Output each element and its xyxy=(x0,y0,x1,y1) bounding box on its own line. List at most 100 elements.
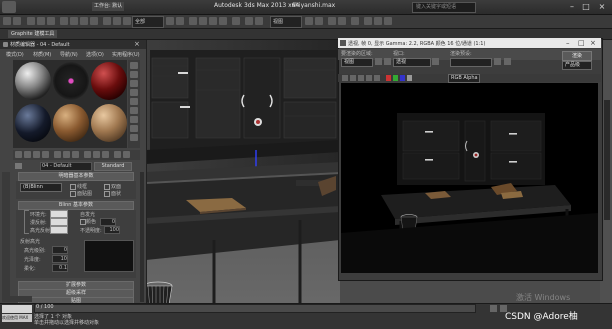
material-type-button[interactable]: Standard xyxy=(94,162,132,171)
percent-snap-icon[interactable] xyxy=(209,17,217,25)
background-icon[interactable] xyxy=(130,80,138,87)
material-editor-icon[interactable] xyxy=(351,17,359,25)
show-end-result-icon[interactable] xyxy=(102,151,109,158)
make-unique-icon[interactable] xyxy=(63,151,70,158)
self-illum-spinner[interactable]: 0 xyxy=(100,218,116,226)
scale-icon[interactable] xyxy=(123,17,131,25)
material-name-field[interactable]: 04 - Default xyxy=(40,162,92,171)
angle-snap-icon[interactable] xyxy=(199,17,207,25)
sample-uv-icon[interactable] xyxy=(130,89,138,96)
copy-material-icon[interactable] xyxy=(54,151,61,158)
material-navigator-icon[interactable] xyxy=(130,134,138,141)
align-icon[interactable] xyxy=(255,17,263,25)
select-by-name-icon[interactable] xyxy=(70,17,78,25)
clone-frame-icon[interactable] xyxy=(358,75,364,81)
put-to-scene-icon[interactable] xyxy=(24,151,31,158)
sample-type-icon[interactable] xyxy=(130,62,138,69)
sample-slot-5[interactable] xyxy=(53,104,89,142)
menu-navigation[interactable]: 导航(N) xyxy=(60,51,78,58)
render-setup-icon[interactable] xyxy=(494,58,501,65)
assign-to-selection-icon[interactable] xyxy=(33,151,40,158)
curve-editor-icon[interactable] xyxy=(328,17,336,25)
spec-level-spinner[interactable]: 0 xyxy=(52,246,68,254)
tab-graphite[interactable]: Graphite 建模工具 xyxy=(8,30,58,38)
layer-manager-icon[interactable] xyxy=(305,17,313,25)
render-preset-dropdown[interactable] xyxy=(450,58,492,67)
clear-icon[interactable] xyxy=(374,75,380,81)
backlight-icon[interactable] xyxy=(130,71,138,78)
menu-utilities[interactable]: 实用程序(U) xyxy=(112,51,140,58)
green-channel-icon[interactable] xyxy=(393,75,398,81)
rollout-shader-basic[interactable]: 明暗器基本参数 xyxy=(18,172,134,181)
glossiness-spinner[interactable]: 10 xyxy=(52,255,68,263)
alpha-channel-icon[interactable] xyxy=(407,75,412,81)
snap-icon[interactable] xyxy=(189,17,197,25)
pick-material-icon[interactable] xyxy=(15,163,22,169)
schematic-icon[interactable] xyxy=(338,17,346,25)
render-quality-dropdown[interactable]: 产品级 xyxy=(562,61,592,70)
rendered-image[interactable] xyxy=(341,83,598,273)
show-map-icon[interactable] xyxy=(93,151,100,158)
channel-display-dropdown[interactable]: RGB Alpha xyxy=(448,74,480,83)
mirror-icon[interactable] xyxy=(245,17,253,25)
sample-slot-4[interactable] xyxy=(15,104,51,142)
maxscript-listener[interactable] xyxy=(2,305,32,313)
close-icon[interactable]: × xyxy=(590,38,596,48)
render-area-dropdown[interactable]: 视图 xyxy=(341,58,373,67)
rotate-icon[interactable] xyxy=(113,17,121,25)
opacity-spinner[interactable]: 100 xyxy=(104,226,120,234)
viewport-dropdown[interactable]: 透视 xyxy=(393,58,431,67)
go-to-parent-icon[interactable] xyxy=(114,151,121,158)
bind-spacewarp-icon[interactable] xyxy=(47,17,55,25)
link-icon[interactable] xyxy=(27,17,35,25)
save-image-icon[interactable] xyxy=(342,75,348,81)
soften-spinner[interactable]: 0.1 xyxy=(52,264,68,272)
close-icon[interactable]: × xyxy=(596,1,608,12)
redo-icon[interactable] xyxy=(13,17,21,25)
workspace-dropdown[interactable]: 工作台: 默认 xyxy=(92,2,125,11)
selection-filter-dropdown[interactable]: 全部 xyxy=(132,16,164,28)
close-icon[interactable]: × xyxy=(134,40,140,49)
graphite-icon[interactable] xyxy=(315,17,323,25)
diffuse-color-swatch[interactable] xyxy=(50,218,68,226)
environment-icon[interactable] xyxy=(504,58,511,65)
maximize-icon[interactable]: □ xyxy=(578,38,585,48)
select-by-material-icon[interactable] xyxy=(130,125,138,132)
maximize-icon[interactable]: □ xyxy=(580,1,592,12)
unlink-icon[interactable] xyxy=(37,17,45,25)
auto-key-icon[interactable] xyxy=(490,305,497,312)
window-crossing-icon[interactable] xyxy=(90,17,98,25)
auto-region-icon[interactable] xyxy=(384,58,391,65)
material-editor-scrollbar[interactable] xyxy=(140,172,144,302)
edit-region-icon[interactable] xyxy=(375,58,382,65)
specular-color-swatch[interactable] xyxy=(50,226,68,234)
manipulate-icon[interactable] xyxy=(176,17,184,25)
time-slider[interactable] xyxy=(34,304,476,313)
rendered-frame-icon[interactable] xyxy=(374,17,382,25)
reference-coordinate-dropdown[interactable]: 视图 xyxy=(270,16,302,28)
put-to-library-icon[interactable] xyxy=(72,151,79,158)
render-setup-icon[interactable] xyxy=(364,17,372,25)
reset-map-icon[interactable] xyxy=(42,151,49,158)
wire-checkbox[interactable] xyxy=(70,184,76,190)
spinner-snap-icon[interactable] xyxy=(219,17,227,25)
go-forward-icon[interactable] xyxy=(123,151,130,158)
render-button[interactable]: 渲染 xyxy=(562,51,592,61)
red-channel-icon[interactable] xyxy=(386,75,391,81)
print-icon[interactable] xyxy=(366,75,372,81)
move-icon[interactable] xyxy=(103,17,111,25)
two-sided-checkbox[interactable] xyxy=(104,184,110,190)
video-color-icon[interactable] xyxy=(130,98,138,105)
rect-select-icon[interactable] xyxy=(80,17,88,25)
make-preview-icon[interactable] xyxy=(130,107,138,114)
sample-slot-3[interactable] xyxy=(91,62,127,100)
select-icon[interactable] xyxy=(60,17,68,25)
sample-slot-1[interactable] xyxy=(15,62,51,100)
render-icon[interactable] xyxy=(384,17,392,25)
faceted-checkbox[interactable] xyxy=(104,191,110,197)
blue-channel-icon[interactable] xyxy=(400,75,405,81)
copy-image-icon[interactable] xyxy=(350,75,356,81)
undo-icon[interactable] xyxy=(3,17,11,25)
shader-type-dropdown[interactable]: (B)Blinn xyxy=(20,183,62,192)
named-sets-icon[interactable] xyxy=(232,17,240,25)
